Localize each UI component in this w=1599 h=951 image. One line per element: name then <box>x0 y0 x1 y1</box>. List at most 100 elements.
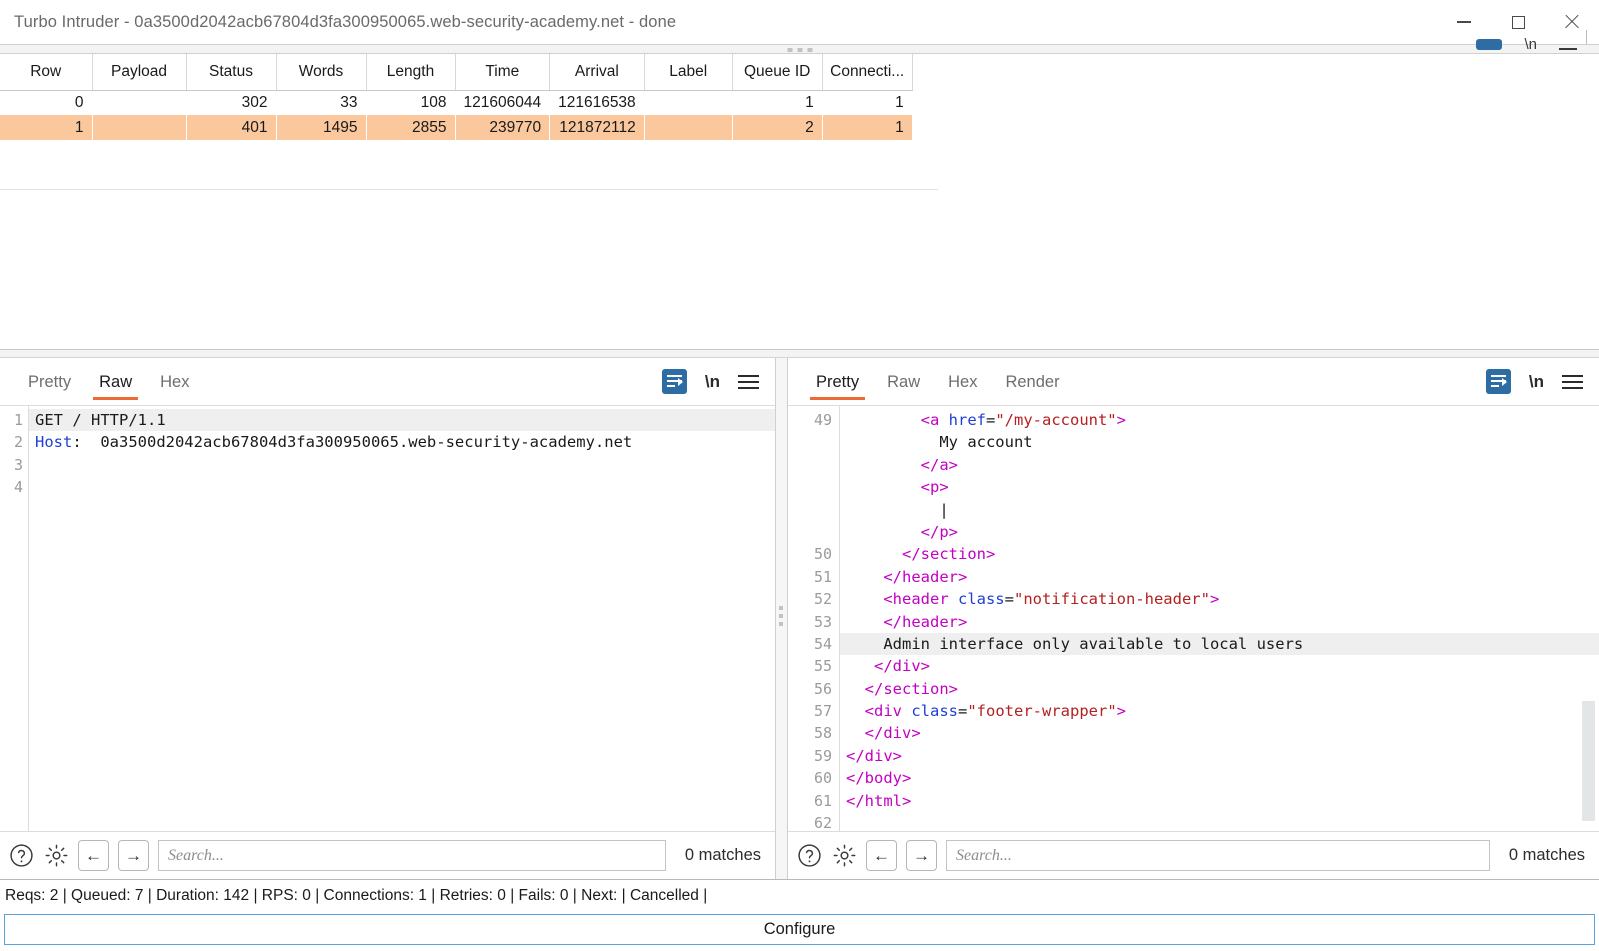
search-prev-button[interactable]: ← <box>78 840 109 871</box>
help-icon[interactable] <box>8 843 34 869</box>
configure-button[interactable]: Configure <box>4 914 1595 945</box>
search-input[interactable] <box>946 840 1490 871</box>
results-table-body: 0 302 33 108 121606044 121616538 1 1 1 4… <box>0 90 912 140</box>
code-line[interactable]: </a> <box>840 454 1599 476</box>
tab-request-pretty[interactable]: Pretty <box>14 359 85 405</box>
code-line[interactable]: <div class="footer-wrapper"> <box>840 700 1599 722</box>
tab-response-pretty[interactable]: Pretty <box>802 359 873 405</box>
code-line[interactable] <box>840 812 1599 831</box>
column-header-payload[interactable]: Payload <box>92 54 186 90</box>
word-wrap-icon[interactable] <box>1486 369 1511 394</box>
column-header-queue-id[interactable]: Queue ID <box>732 54 822 90</box>
background-toolbar-peek: \n <box>1476 36 1577 50</box>
code-line[interactable]: </div> <box>840 745 1599 767</box>
code-line[interactable]: | <box>840 499 1599 521</box>
request-code-area[interactable]: 1234 GET / HTTP/1.1Host: 0a3500d2042acb6… <box>0 406 775 831</box>
editor-panels: Pretty Raw Hex \n 1234 GET / HTTP/1.1Hos… <box>0 358 1599 879</box>
gear-icon[interactable] <box>43 843 69 869</box>
tab-response-hex[interactable]: Hex <box>934 359 991 405</box>
minimize-icon <box>1457 21 1471 23</box>
code-line[interactable]: </p> <box>840 521 1599 543</box>
code-token-txt: | <box>846 501 949 519</box>
help-icon[interactable] <box>796 843 822 869</box>
code-line[interactable]: </section> <box>840 678 1599 700</box>
tab-request-raw[interactable]: Raw <box>85 359 146 405</box>
code-token-attr: class <box>958 590 1005 608</box>
code-line[interactable]: </div> <box>840 722 1599 744</box>
column-header-row[interactable]: Row <box>0 54 92 90</box>
column-header-words[interactable]: Words <box>276 54 366 90</box>
response-vertical-scrollbar[interactable] <box>1582 701 1595 821</box>
code-line[interactable]: </header> <box>840 611 1599 633</box>
search-next-button[interactable]: → <box>906 840 937 871</box>
code-token-txt: = <box>986 411 995 429</box>
code-line[interactable]: <p> <box>840 476 1599 498</box>
line-number: 59 <box>788 745 832 767</box>
table-row[interactable]: 1 401 1495 2855 239770 121872112 2 1 <box>0 115 912 140</box>
search-input[interactable] <box>158 840 666 871</box>
hamburger-menu-icon[interactable] <box>1562 375 1583 389</box>
tab-response-raw[interactable]: Raw <box>873 359 934 405</box>
code-line[interactable]: Admin interface only available to local … <box>840 633 1599 655</box>
line-number <box>788 454 832 476</box>
code-line[interactable]: </body> <box>840 767 1599 789</box>
code-token-tag: <div <box>846 702 911 720</box>
cell-connections: 1 <box>822 90 912 115</box>
code-line[interactable]: Host: 0a3500d2042acb67804d3fa300950065.w… <box>29 431 775 453</box>
code-line[interactable]: </html> <box>840 790 1599 812</box>
column-header-label[interactable]: Label <box>644 54 732 90</box>
code-line[interactable] <box>29 454 775 476</box>
top-splitter[interactable] <box>0 44 1599 54</box>
code-line[interactable]: <a href="/my-account"> <box>840 409 1599 431</box>
hamburger-menu-icon[interactable] <box>738 375 759 389</box>
hamburger-menu-icon-peek <box>1559 48 1577 50</box>
line-number: 58 <box>788 722 832 744</box>
tab-response-render[interactable]: Render <box>991 359 1073 405</box>
cell-connections: 1 <box>822 115 912 140</box>
code-line[interactable]: <header class="notification-header"> <box>840 588 1599 610</box>
response-code-area[interactable]: 4950515253545556575859606162 <a href="/m… <box>788 406 1599 831</box>
cell-status: 302 <box>186 90 276 115</box>
line-number <box>788 476 832 498</box>
status-bar: Reqs: 2 | Queued: 7 | Duration: 142 | RP… <box>0 879 1599 911</box>
gear-icon[interactable] <box>831 843 857 869</box>
newline-toggle-icon[interactable]: \n <box>705 372 720 392</box>
code-line[interactable] <box>29 476 775 498</box>
title-bar: Turbo Intruder - 0a3500d2042acb67804d3fa… <box>0 0 1599 44</box>
code-line[interactable]: </header> <box>840 566 1599 588</box>
word-wrap-icon[interactable] <box>662 369 687 394</box>
column-header-length[interactable]: Length <box>366 54 455 90</box>
code-line[interactable]: </section> <box>840 543 1599 565</box>
maximize-icon <box>1512 16 1525 29</box>
code-line[interactable]: </div> <box>840 655 1599 677</box>
results-table-container[interactable]: Row Payload Status Words Length Time Arr… <box>0 54 1599 349</box>
code-token-tag: </section> <box>846 680 958 698</box>
request-code-lines[interactable]: GET / HTTP/1.1Host: 0a3500d2042acb67804d… <box>29 406 775 831</box>
request-tab-bar: Pretty Raw Hex \n <box>0 358 775 406</box>
code-token-val: "/my-account" <box>995 411 1116 429</box>
background-divider <box>1586 30 1587 44</box>
middle-splitter[interactable] <box>0 349 1599 358</box>
response-code-lines[interactable]: <a href="/my-account"> My account </a> <… <box>840 406 1599 831</box>
column-header-time[interactable]: Time <box>455 54 550 90</box>
search-prev-button[interactable]: ← <box>866 840 897 871</box>
search-matches-count: 0 matches <box>1499 846 1587 865</box>
column-header-connections[interactable]: Connecti... <box>822 54 912 90</box>
code-line[interactable]: GET / HTTP/1.1 <box>29 409 775 431</box>
table-row[interactable]: 0 302 33 108 121606044 121616538 1 1 <box>0 90 912 115</box>
code-token-txt: : 0a3500d2042acb67804d3fa300950065.web-s… <box>72 433 632 451</box>
column-header-status[interactable]: Status <box>186 54 276 90</box>
line-number: 53 <box>788 611 832 633</box>
line-number <box>788 431 832 453</box>
vertical-splitter[interactable] <box>775 358 788 879</box>
code-token-tag: </html> <box>846 792 911 810</box>
turbo-intruder-window: Turbo Intruder - 0a3500d2042acb67804d3fa… <box>0 0 1599 951</box>
code-line[interactable]: My account <box>840 431 1599 453</box>
cell-payload <box>92 115 186 140</box>
column-header-arrival[interactable]: Arrival <box>550 54 645 90</box>
tab-request-hex[interactable]: Hex <box>146 359 203 405</box>
cell-arrival: 121872112 <box>550 115 645 140</box>
newline-toggle-icon[interactable]: \n <box>1529 372 1544 392</box>
search-next-button[interactable]: → <box>118 840 149 871</box>
code-token-txt: = <box>1005 590 1014 608</box>
